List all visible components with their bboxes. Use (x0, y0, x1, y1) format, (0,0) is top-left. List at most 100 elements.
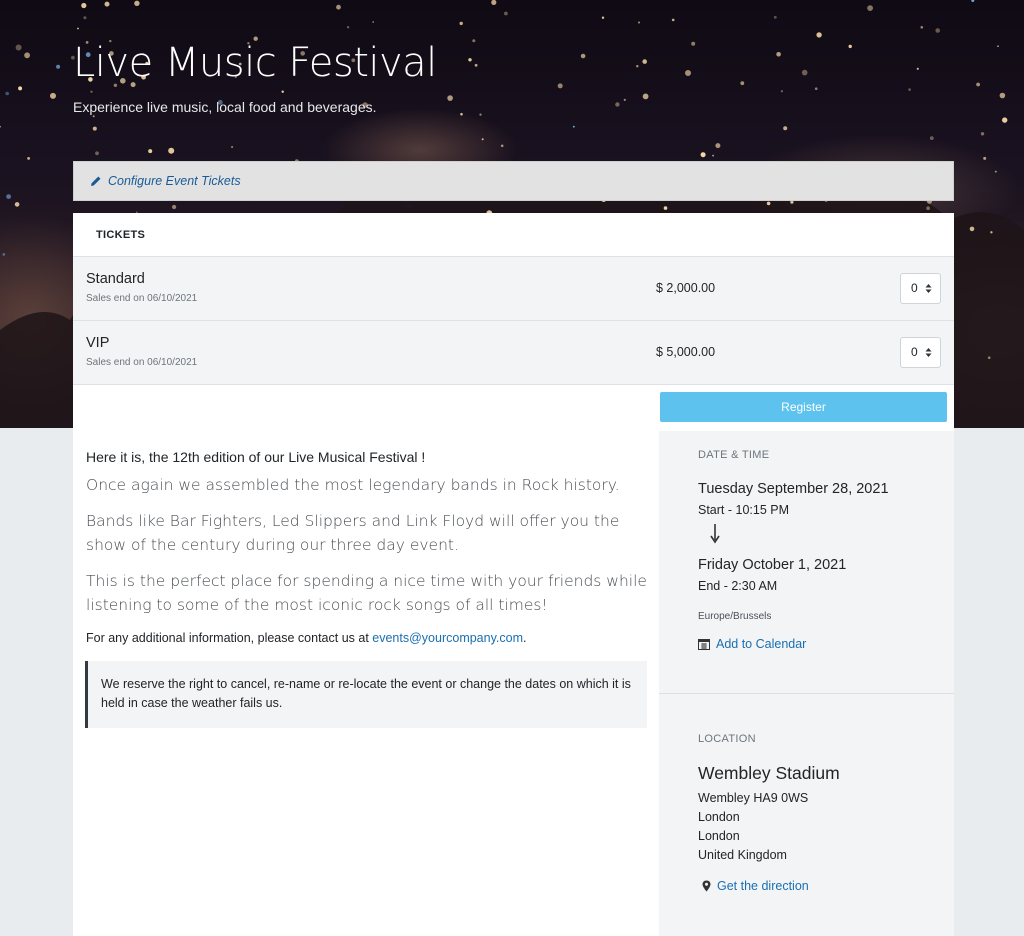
light-dot (990, 231, 993, 234)
ticket-quantity-select[interactable]: 0 (900, 273, 941, 304)
address-line: United Kingdom (698, 848, 787, 862)
light-dot (372, 21, 375, 23)
light-dot (77, 27, 79, 30)
configure-tickets-link[interactable]: Configure Event Tickets (90, 174, 241, 188)
address-line: Wembley HA9 0WS (698, 791, 809, 805)
light-dot (908, 88, 911, 91)
ticket-sales-end: Sales end on 06/10/2021 (86, 293, 198, 304)
light-dot (2, 253, 6, 256)
light-dot (50, 92, 56, 99)
ticket-row-vip: VIP Sales end on 06/10/2021 $ 5,000.00 0 (73, 321, 954, 385)
end-time: End - 2:30 AM (698, 579, 778, 593)
description-paragraph: Once again we assembled the most legenda… (86, 476, 620, 494)
light-dot (491, 0, 497, 5)
light-dot (231, 145, 234, 149)
sidebar-divider (659, 693, 954, 694)
light-dot (580, 53, 586, 59)
start-time: Start - 10:15 PM (698, 503, 790, 517)
config-bar: Configure Event Tickets (73, 161, 954, 201)
light-dot (90, 90, 93, 93)
timezone: Europe/Brussels (698, 611, 772, 622)
light-dot (168, 147, 175, 154)
light-dot (685, 70, 691, 76)
light-dot (994, 170, 997, 173)
light-dot (987, 356, 991, 360)
light-dot (447, 95, 453, 101)
light-dot (336, 4, 341, 10)
light-dot (636, 65, 639, 68)
light-dot (983, 156, 987, 160)
add-to-calendar-link[interactable]: Add to Calendar (698, 637, 806, 651)
light-dot (27, 157, 30, 160)
event-sidebar: DATE & TIME Tuesday September 28, 2021 S… (659, 431, 954, 936)
light-dot (971, 0, 975, 2)
light-dot (638, 21, 640, 24)
light-dot (663, 206, 668, 210)
light-dot (814, 87, 818, 90)
light-dot (479, 113, 482, 116)
light-dot (997, 45, 999, 47)
light-dot (801, 69, 808, 76)
quantity-value: 0 (911, 281, 918, 295)
add-to-calendar-label: Add to Calendar (716, 637, 807, 651)
description-paragraph: This is the perfect place for spending a… (86, 572, 647, 614)
light-dot (92, 115, 95, 118)
light-dot (1002, 117, 1008, 123)
event-card: TICKETS Standard Sales end on 06/10/2021… (73, 213, 954, 936)
light-dot (6, 194, 11, 200)
ticket-name: VIP (86, 335, 110, 351)
light-dot (615, 102, 620, 107)
pencil-icon (91, 176, 101, 186)
description-intro: Here it is, the 12th edition of our Live… (86, 449, 426, 465)
light-dot (474, 63, 478, 67)
get-direction-link[interactable]: Get the direction (702, 879, 809, 893)
map-marker-icon (702, 880, 711, 892)
arrow-down-icon (710, 524, 720, 544)
register-button[interactable]: Register (660, 392, 947, 422)
light-dot (459, 21, 463, 26)
ticket-quantity-select[interactable]: 0 (900, 337, 941, 368)
light-dot (935, 28, 940, 33)
light-dot (56, 64, 61, 69)
light-dot (14, 202, 20, 207)
light-dot (601, 16, 605, 19)
light-dot (557, 83, 563, 89)
tickets-header: TICKETS (73, 213, 954, 257)
venue-name: Wembley Stadium (698, 763, 840, 783)
light-dot (916, 67, 919, 70)
light-dot (481, 138, 484, 141)
light-dot (92, 126, 97, 131)
light-dot (468, 58, 472, 62)
light-dot (81, 2, 87, 9)
light-dot (95, 151, 99, 156)
configure-tickets-label: Configure Event Tickets (108, 174, 241, 188)
light-dot (15, 44, 22, 51)
light-dot (18, 86, 23, 91)
light-dot (867, 5, 873, 11)
contact-suffix: . (523, 631, 527, 645)
light-dot (642, 93, 649, 100)
light-dot (816, 32, 822, 38)
light-dot (783, 126, 788, 131)
light-dot (700, 152, 706, 158)
address-line: London (698, 829, 740, 843)
sort-caret-icon (925, 284, 932, 293)
light-dot (83, 16, 87, 20)
light-dot (623, 98, 626, 101)
light-dot (0, 125, 1, 128)
light-dot (691, 41, 696, 46)
light-dot (999, 92, 1006, 99)
end-date: Friday October 1, 2021 (698, 557, 847, 573)
light-dot (134, 0, 140, 6)
light-dot (500, 144, 504, 148)
light-dot (929, 136, 934, 141)
light-dot (642, 59, 647, 64)
light-dot (766, 201, 771, 206)
contact-email-link[interactable]: events@yourcompany.com (372, 631, 523, 645)
light-dot (172, 204, 177, 210)
ticket-row-standard: Standard Sales end on 06/10/2021 $ 2,000… (73, 257, 954, 321)
light-dot (976, 82, 980, 87)
light-dot (920, 26, 924, 29)
ticket-name: Standard (86, 271, 145, 287)
weather-note: We reserve the right to cancel, re-name … (85, 661, 647, 728)
